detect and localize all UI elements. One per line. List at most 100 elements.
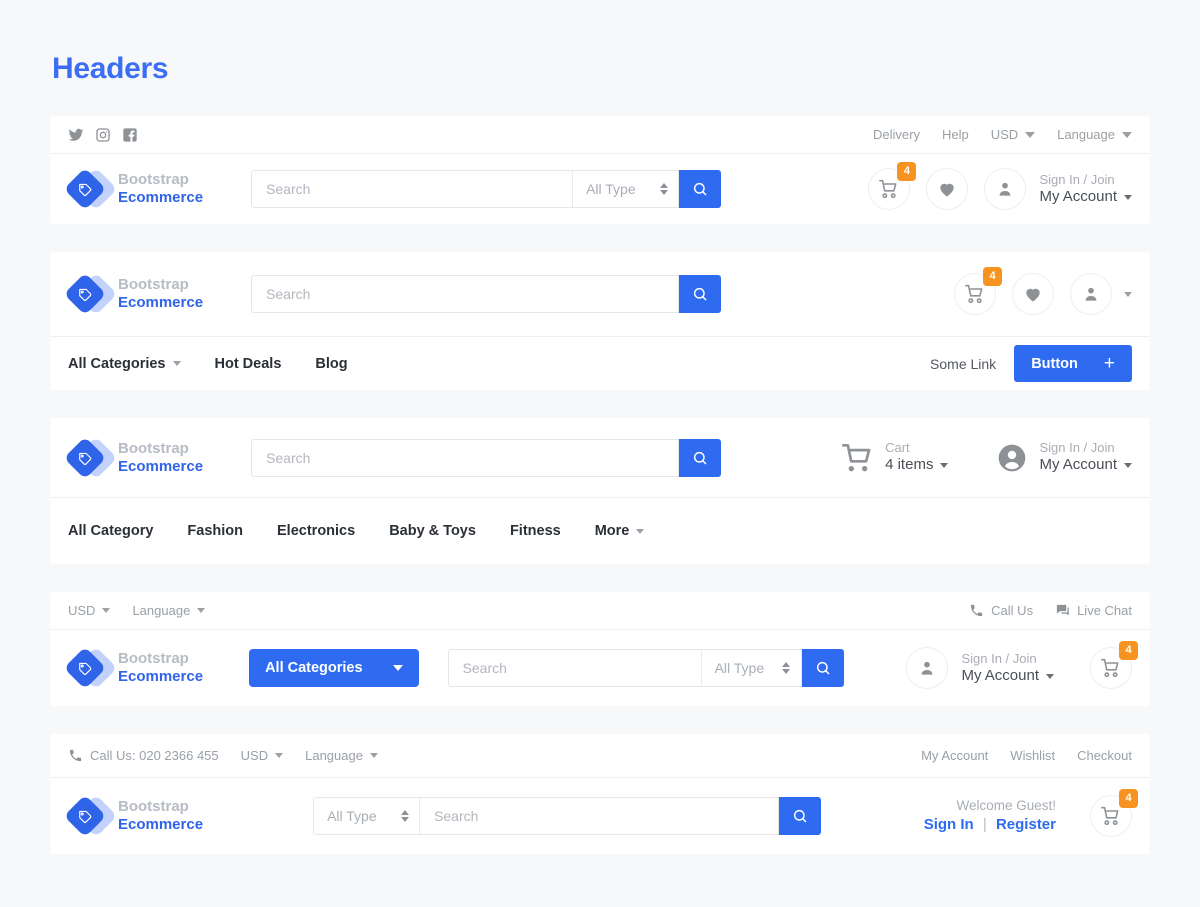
all-categories-button[interactable]: All Categories: [249, 649, 419, 687]
account-button[interactable]: [1070, 273, 1112, 315]
nav-item-blog[interactable]: Blog: [315, 356, 347, 372]
nav-item-all-categories[interactable]: All Categories: [68, 356, 181, 372]
nav-item-fashion[interactable]: Fashion: [187, 523, 243, 539]
search-type-select[interactable]: All Type: [314, 798, 421, 834]
header1-social-links: [68, 127, 138, 143]
account-button[interactable]: [984, 168, 1027, 210]
search-input[interactable]: [252, 439, 679, 476]
cart-button[interactable]: 4: [1090, 789, 1138, 837]
wishlist-button[interactable]: [926, 168, 969, 210]
brand-line-1: Bootstrap: [118, 439, 189, 457]
heart-icon: [940, 183, 955, 197]
cart-title: Cart: [885, 440, 910, 455]
account-button[interactable]: [906, 647, 949, 689]
brand-logo[interactable]: Bootstrap Ecommerce: [63, 272, 203, 316]
cart-icon: [1101, 806, 1119, 826]
header2-nav-bar: All Categories Hot Deals Blog Some Link …: [50, 337, 1150, 390]
currency-selector-usd[interactable]: USD: [990, 127, 1036, 142]
search-type-select[interactable]: All Type: [572, 171, 678, 207]
live-chat-link[interactable]: Live Chat: [1055, 603, 1132, 618]
brand-logo[interactable]: Bootstrap Ecommerce: [63, 436, 203, 480]
brand-text: Bootstrap Ecommerce: [118, 171, 203, 206]
nav-item-baby-and-toys[interactable]: Baby & Toys: [389, 523, 476, 539]
search-input[interactable]: [448, 650, 701, 686]
search-type-label: All Type: [327, 808, 377, 824]
header2-main-bar: Bootstrap Ecommerce 4: [50, 252, 1150, 337]
language-selector[interactable]: Language: [305, 748, 378, 763]
top-link-label: USD: [990, 127, 1019, 142]
nav-item-electronics[interactable]: Electronics: [277, 523, 355, 539]
call-us-info[interactable]: Call Us: 020 2366 455: [68, 748, 219, 763]
language-selector[interactable]: Language: [132, 603, 206, 618]
user-icon: [922, 661, 933, 675]
search-icon: [816, 661, 830, 675]
chevron-down-icon: [1046, 673, 1054, 679]
account-label: My Account: [961, 667, 1054, 686]
search-button[interactable]: [779, 797, 822, 835]
cart-menu[interactable]: Cart 4 items: [842, 440, 949, 475]
search-icon: [793, 809, 807, 823]
account-chevron-down-icon[interactable]: [1124, 291, 1132, 297]
chevron-down-icon: [369, 753, 378, 758]
search-button[interactable]: [679, 170, 722, 208]
chevron-down-icon: [197, 608, 206, 613]
search-button[interactable]: [679, 275, 722, 313]
header1-utility-bar: Delivery Help USD Language: [50, 116, 1150, 154]
brand-text: Bootstrap Ecommerce: [118, 276, 203, 311]
brand-line-1: Bootstrap: [118, 276, 189, 294]
brand-logo[interactable]: Bootstrap Ecommerce: [63, 167, 203, 211]
page-title: Headers: [52, 52, 169, 85]
register-link[interactable]: Register: [996, 816, 1056, 833]
cart-button[interactable]: 4: [954, 267, 1002, 315]
my-account-link[interactable]: My Account: [921, 748, 988, 763]
twitter-icon[interactable]: [68, 127, 84, 143]
cta-button[interactable]: Button +: [1014, 345, 1132, 382]
header4-search-group: All Type: [447, 649, 844, 687]
cart-badge: 4: [897, 162, 917, 181]
instagram-icon[interactable]: [95, 127, 111, 143]
sign-in-link[interactable]: Sign In: [924, 816, 974, 833]
phone-icon: [69, 749, 82, 762]
chevron-down-icon: [940, 463, 949, 469]
some-link[interactable]: Some Link: [930, 356, 996, 372]
user-icon: [1000, 182, 1011, 196]
chevron-down-icon: [102, 608, 111, 613]
language-selector[interactable]: Language: [1057, 127, 1132, 142]
chevron-down-icon: [1122, 131, 1132, 138]
nav-item-hot-deals[interactable]: Hot Deals: [215, 356, 282, 372]
nav-item-fitness[interactable]: Fitness: [510, 523, 561, 539]
auth-separator: |: [982, 815, 987, 833]
search-type-select[interactable]: All Type: [700, 650, 801, 686]
header1-search-group: All Type: [251, 170, 722, 208]
search-button[interactable]: [679, 438, 722, 477]
account-menu[interactable]: Sign In / Join My Account: [961, 651, 1054, 686]
currency-selector-usd[interactable]: USD: [68, 603, 111, 618]
account-menu[interactable]: Sign In / Join My Account: [1039, 172, 1132, 207]
call-us-label: Call Us: 020 2366 455: [90, 748, 219, 763]
facebook-icon[interactable]: [122, 127, 138, 143]
nav-item-more[interactable]: More: [595, 523, 645, 539]
top-link-help[interactable]: Help: [942, 127, 969, 142]
header2-search-group: [251, 275, 722, 313]
search-input[interactable]: [252, 171, 573, 207]
search-button[interactable]: [801, 649, 844, 687]
brand-logo[interactable]: Bootstrap Ecommerce: [63, 794, 203, 838]
header5-main-bar: Bootstrap Ecommerce All Type W: [50, 778, 1150, 854]
wishlist-button[interactable]: [1012, 273, 1054, 315]
search-input[interactable]: [252, 276, 679, 312]
search-input[interactable]: [420, 798, 779, 834]
wishlist-link[interactable]: Wishlist: [1010, 748, 1055, 763]
cart-button[interactable]: 4: [1090, 641, 1138, 689]
call-us-link[interactable]: Call Us: [969, 603, 1033, 618]
checkout-link[interactable]: Checkout: [1077, 748, 1132, 763]
cart-button[interactable]: 4: [868, 162, 917, 210]
nav-item-all-category[interactable]: All Category: [68, 523, 153, 539]
header5-search-group: All Type: [313, 797, 822, 835]
brand-logo[interactable]: Bootstrap Ecommerce: [63, 646, 203, 690]
brand-line-2: Ecommerce: [118, 294, 204, 311]
top-link-delivery[interactable]: Delivery: [873, 127, 920, 142]
account-menu[interactable]: Sign In / Join My Account: [996, 440, 1132, 475]
currency-selector-usd[interactable]: USD: [241, 748, 284, 763]
cart-icon: [879, 179, 897, 199]
sort-arrows-icon: [659, 182, 668, 196]
